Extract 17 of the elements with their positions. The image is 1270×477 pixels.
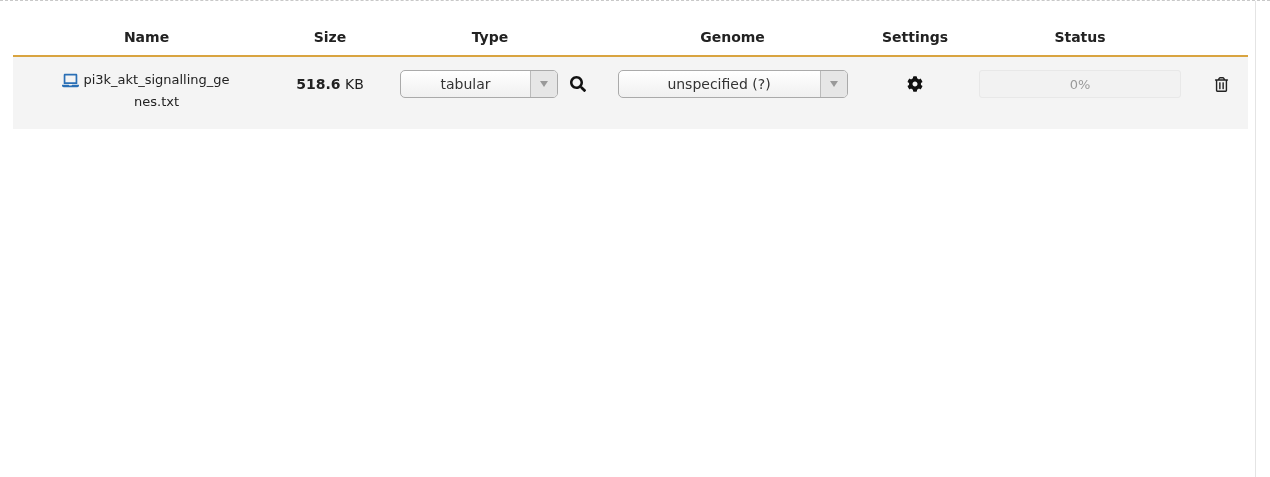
column-header: Name	[122, 29, 171, 45]
caret-icon	[829, 81, 838, 87]
caret-icon	[540, 81, 548, 87]
column-header: Settings	[880, 29, 950, 45]
column-header: Status	[1053, 29, 1107, 45]
trash-icon[interactable]	[1214, 76, 1229, 92]
search-icon[interactable]	[570, 76, 586, 92]
file-name: pi3k_akt_signalling_genes.txt	[82, 71, 231, 111]
genome-select[interactable]: unspecified (?)	[617, 70, 848, 98]
column-header: Type	[470, 29, 510, 45]
column-header: Size	[312, 29, 348, 45]
file-size: 518.6 KB	[296, 76, 364, 92]
progress-text: 0%	[1069, 76, 1091, 92]
settings-icon[interactable]	[907, 76, 923, 92]
type-select[interactable]: tabular	[400, 70, 558, 98]
column-header: Genome	[699, 29, 766, 45]
laptop-icon	[61, 72, 79, 89]
